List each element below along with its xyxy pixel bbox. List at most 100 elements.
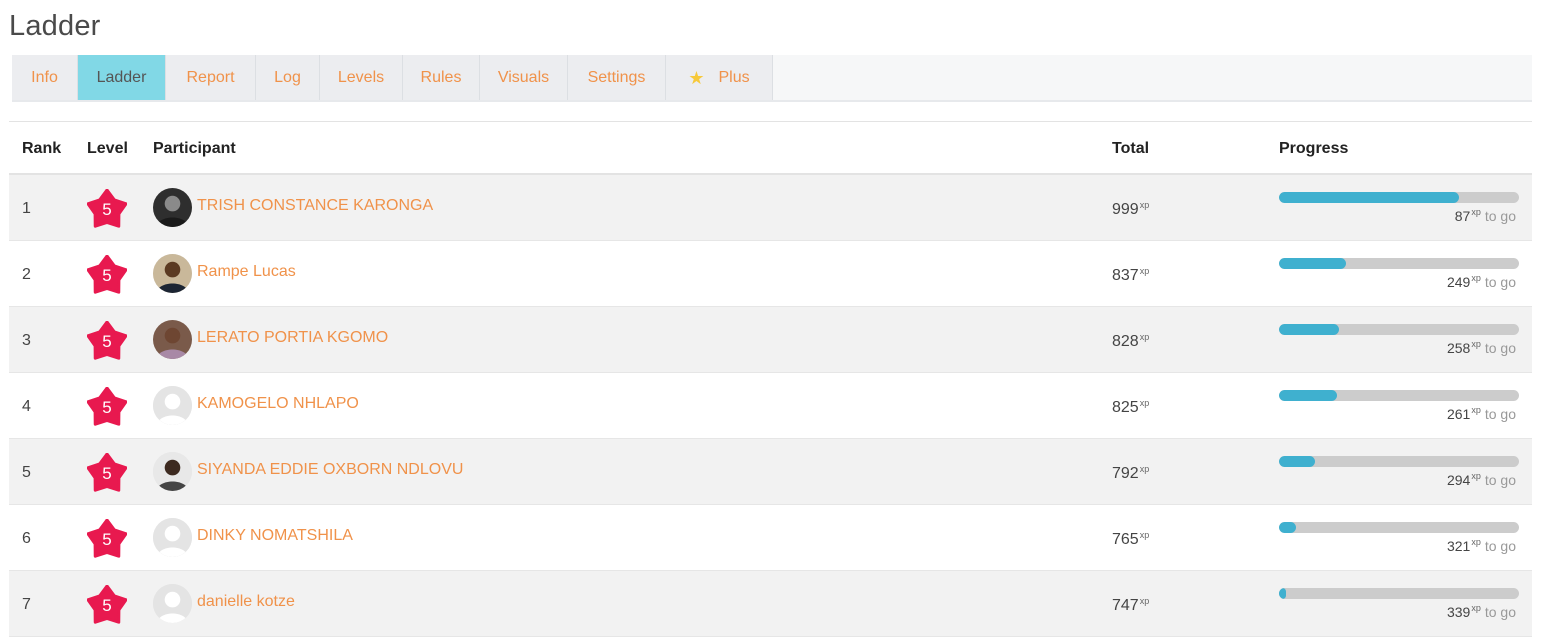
header-total: Total — [1112, 140, 1150, 157]
avatar[interactable] — [153, 320, 192, 359]
total-xp: 837xp — [1112, 266, 1149, 285]
tab-plus[interactable]: ★ Plus — [666, 55, 773, 100]
participant-link[interactable]: DINKY NOMATSHILA — [197, 527, 353, 545]
total-xp: 825xp — [1112, 398, 1149, 417]
tab-label: Plus — [718, 68, 750, 86]
tab-label: Visuals — [497, 68, 550, 86]
level-badge: 5 — [87, 585, 127, 625]
xp-to-go: 258xp to go — [1447, 339, 1516, 356]
xp-to-go: 321xp to go — [1447, 537, 1516, 554]
progress-bar — [1279, 390, 1519, 401]
tab-log[interactable]: Log — [256, 55, 320, 100]
progress-fill — [1279, 456, 1315, 467]
table-body: 1 5 TRISH CONSTANCE KARONGA 999xp 87xp to go 2… — [9, 175, 1532, 637]
tab-label: Rules — [420, 68, 462, 86]
avatar[interactable] — [153, 254, 192, 293]
total-value: 747 — [1112, 597, 1139, 614]
table-row: 7 5 danielle kotze 747xp 339xp to go — [9, 571, 1532, 637]
tab-label: Log — [274, 68, 301, 86]
level-number: 5 — [102, 596, 112, 615]
avatar[interactable] — [153, 188, 192, 227]
to-go-value: 258 — [1446, 340, 1471, 356]
to-go-value: 261 — [1446, 406, 1471, 422]
participant-link[interactable]: Rampe Lucas — [197, 263, 296, 281]
progress-bar — [1279, 324, 1519, 335]
star-icon: ★ — [688, 68, 705, 88]
total-value: 828 — [1112, 333, 1139, 350]
progress-bar — [1279, 192, 1519, 203]
to-go-label: to go — [1484, 538, 1516, 554]
page-title: Ladder — [9, 10, 101, 42]
to-go-value: 339 — [1446, 604, 1471, 620]
avatar-image — [153, 188, 192, 227]
xp-unit: xp — [1139, 266, 1150, 276]
level-badge: 5 — [87, 189, 127, 229]
progress-fill — [1279, 390, 1337, 401]
rank-value: 1 — [22, 200, 31, 217]
tab-ladder[interactable]: Ladder — [78, 55, 166, 100]
total-value: 792 — [1112, 465, 1139, 482]
level-badge: 5 — [87, 255, 127, 295]
total-value: 999 — [1112, 201, 1139, 218]
level-number: 5 — [102, 398, 112, 417]
to-go-value: 249 — [1446, 274, 1471, 290]
progress-bar — [1279, 522, 1519, 533]
ladder-table: Rank Level Participant Total Progress 1 5… — [9, 121, 1532, 637]
tab-label: Ladder — [96, 68, 147, 86]
rank-value: 3 — [22, 332, 31, 349]
header-progress: Progress — [1279, 140, 1349, 157]
to-go-label: to go — [1484, 472, 1516, 488]
participant-link[interactable]: KAMOGELO NHLAPO — [197, 395, 359, 413]
avatar[interactable] — [153, 452, 192, 491]
xp-unit: xp — [1471, 207, 1481, 217]
participant-link[interactable]: LERATO PORTIA KGOMO — [197, 329, 388, 347]
rank-value: 7 — [22, 596, 31, 613]
xp-unit: xp — [1471, 405, 1481, 415]
xp-unit: xp — [1139, 200, 1150, 210]
header-level: Level — [87, 140, 128, 157]
total-xp: 747xp — [1112, 596, 1149, 615]
progress-fill — [1279, 324, 1339, 335]
xp-unit: xp — [1139, 464, 1150, 474]
header-rank: Rank — [22, 140, 62, 157]
tab-info[interactable]: Info — [12, 55, 78, 100]
progress-bar — [1279, 588, 1519, 599]
progress-bar — [1279, 456, 1519, 467]
table-row: 5 5 SIYANDA EDDIE OXBORN NDLOVU 792xp 294xp t… — [9, 439, 1532, 505]
tab-label: Info — [31, 68, 58, 86]
total-value: 765 — [1112, 531, 1139, 548]
header-participant: Participant — [153, 140, 236, 157]
table-row: 3 5 LERATO PORTIA KGOMO 828xp 258xp to go — [9, 307, 1532, 373]
participant-link[interactable]: danielle kotze — [197, 593, 295, 611]
avatar[interactable] — [153, 386, 192, 425]
avatar-image — [153, 584, 192, 623]
xp-to-go: 249xp to go — [1447, 273, 1516, 290]
total-value: 825 — [1112, 399, 1139, 416]
total-xp: 765xp — [1112, 530, 1149, 549]
participant-link[interactable]: SIYANDA EDDIE OXBORN NDLOVU — [197, 461, 463, 479]
level-badge: 5 — [87, 387, 127, 427]
tab-rules[interactable]: Rules — [403, 55, 480, 100]
level-number: 5 — [102, 530, 112, 549]
to-go-label: to go — [1484, 208, 1516, 224]
avatar[interactable] — [153, 518, 192, 557]
total-xp: 999xp — [1112, 200, 1149, 219]
total-xp: 828xp — [1112, 332, 1149, 351]
tab-levels[interactable]: Levels — [320, 55, 403, 100]
level-number: 5 — [102, 332, 112, 351]
xp-unit: xp — [1471, 603, 1481, 613]
progress-fill — [1279, 192, 1459, 203]
rank-value: 5 — [22, 464, 31, 481]
to-go-label: to go — [1484, 604, 1516, 620]
participant-link[interactable]: TRISH CONSTANCE KARONGA — [197, 197, 433, 215]
tab-settings[interactable]: Settings — [568, 55, 666, 100]
xp-unit: xp — [1139, 398, 1150, 408]
avatar[interactable] — [153, 584, 192, 623]
xp-unit: xp — [1471, 471, 1481, 481]
tab-report[interactable]: Report — [166, 55, 256, 100]
level-badge: 5 — [87, 519, 127, 559]
progress-fill — [1279, 258, 1347, 269]
to-go-value: 294 — [1446, 472, 1471, 488]
tab-visuals[interactable]: Visuals — [480, 55, 568, 100]
xp-to-go: 339xp to go — [1447, 603, 1516, 620]
